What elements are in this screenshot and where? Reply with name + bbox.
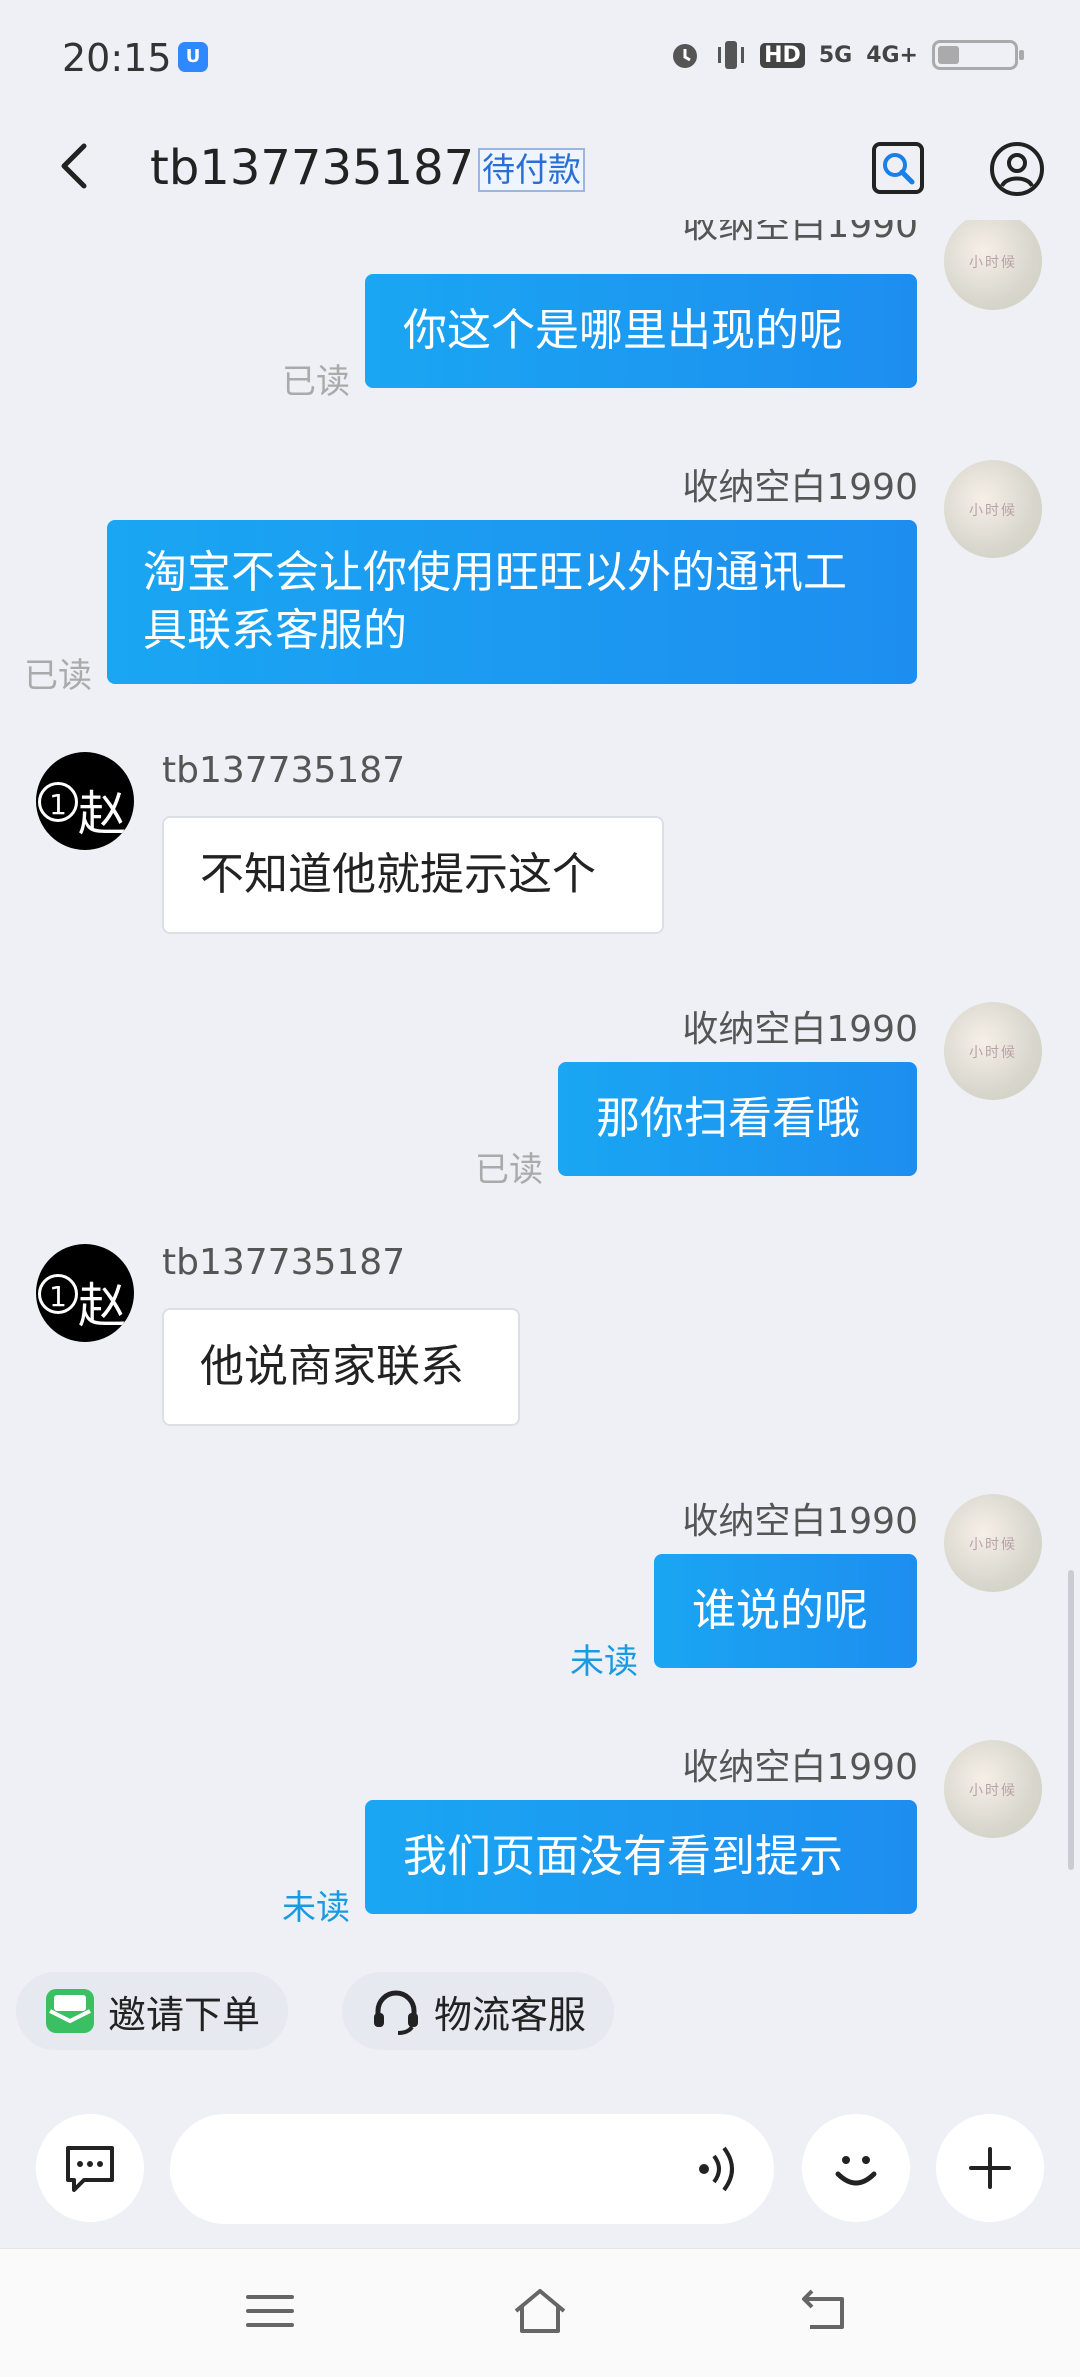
- back-arrow-icon[interactable]: [48, 138, 104, 194]
- read-status: 已读: [282, 362, 350, 402]
- vibrate-icon: [718, 41, 745, 69]
- system-nav-bar: [0, 2248, 1080, 2377]
- message-bubble[interactable]: 他说商家联系: [162, 1308, 520, 1426]
- 4g-signal-icon: 4G+: [866, 42, 918, 68]
- plus-icon: [969, 2147, 1011, 2189]
- scrollbar[interactable]: [1068, 1570, 1074, 1870]
- home-icon[interactable]: [510, 2283, 570, 2337]
- emoji-button[interactable]: [802, 2114, 910, 2222]
- message-sender: tb137735187: [162, 750, 406, 791]
- avatar[interactable]: 小时候: [944, 220, 1042, 310]
- avatar[interactable]: 小时候: [944, 1740, 1042, 1838]
- message-sender: 收纳空白1990: [682, 467, 918, 508]
- more-options-button[interactable]: [936, 2114, 1044, 2222]
- hd-icon: HD: [760, 42, 805, 68]
- avatar[interactable]: 小时候: [944, 1494, 1042, 1592]
- avatar-char: 赵: [78, 786, 127, 842]
- read-status: 已读: [475, 1150, 543, 1190]
- avatar[interactable]: 小时候: [944, 460, 1042, 558]
- status-icons: HD 5G 4G+: [668, 38, 1024, 72]
- search-chat-icon[interactable]: [870, 140, 926, 196]
- message-bubble[interactable]: 谁说的呢: [654, 1554, 917, 1668]
- logistics-service-button[interactable]: 物流客服: [342, 1972, 614, 2050]
- message-bubble[interactable]: 淘宝不会让你使用旺旺以外的通讯工具联系客服的: [107, 520, 917, 684]
- notification-app-icon: U: [178, 42, 208, 72]
- message-bubble[interactable]: 你这个是哪里出现的呢: [365, 274, 917, 388]
- logistics-service-label: 物流客服: [434, 1992, 587, 2037]
- message-bubble[interactable]: 不知道他就提示这个: [162, 816, 664, 934]
- status-bar: 20:15 U HD 5G 4G+: [0, 0, 1080, 120]
- invite-order-button[interactable]: 邀请下单: [16, 1972, 288, 2050]
- 5g-signal-icon: 5G: [818, 42, 853, 68]
- user-profile-icon[interactable]: [988, 140, 1046, 198]
- invite-order-icon: [46, 1989, 94, 2033]
- smiley-icon: [835, 2156, 877, 2186]
- alarm-icon: [673, 44, 698, 68]
- message-input[interactable]: [170, 2114, 774, 2224]
- read-status: 已读: [24, 656, 92, 696]
- order-status-badge[interactable]: 待付款: [478, 148, 585, 192]
- avatar[interactable]: 1 赵: [36, 752, 134, 850]
- back-nav-icon[interactable]: [796, 2285, 852, 2335]
- chat-bubble-icon: [66, 2146, 114, 2192]
- message-sender: 收纳空白1990: [682, 1501, 918, 1542]
- quick-reply-button[interactable]: [36, 2114, 144, 2222]
- avatar-char: 赵: [78, 1278, 127, 1334]
- message-sender: 收纳空白1990: [682, 1747, 918, 1788]
- chat-message-list[interactable]: 收纳空白1990 小时候 你这个是哪里出现的呢 已读 收纳空白1990 小时候 …: [0, 220, 1080, 1970]
- unread-status: 未读: [282, 1888, 350, 1928]
- avatar[interactable]: 1 赵: [36, 1244, 134, 1342]
- avatar-number: 1: [38, 1274, 78, 1314]
- message-bubble[interactable]: 我们页面没有看到提示: [365, 1800, 917, 1914]
- message-bubble[interactable]: 那你扫看看哦: [558, 1062, 917, 1176]
- menu-icon[interactable]: [244, 2289, 296, 2333]
- unread-status: 未读: [570, 1642, 638, 1682]
- avatar-number: 1: [38, 782, 78, 822]
- message-sender: 收纳空白1990: [682, 220, 918, 246]
- voice-icon[interactable]: [694, 2142, 744, 2196]
- battery-icon: [932, 40, 1024, 70]
- avatar[interactable]: 小时候: [944, 1002, 1042, 1100]
- chat-title: tb137735187: [150, 140, 475, 196]
- message-sender: 收纳空白1990: [682, 1009, 918, 1050]
- message-sender: tb137735187: [162, 1242, 406, 1283]
- invite-order-label: 邀请下单: [108, 1992, 261, 2037]
- headset-icon: [374, 1990, 418, 2035]
- status-time: 20:15: [62, 36, 172, 80]
